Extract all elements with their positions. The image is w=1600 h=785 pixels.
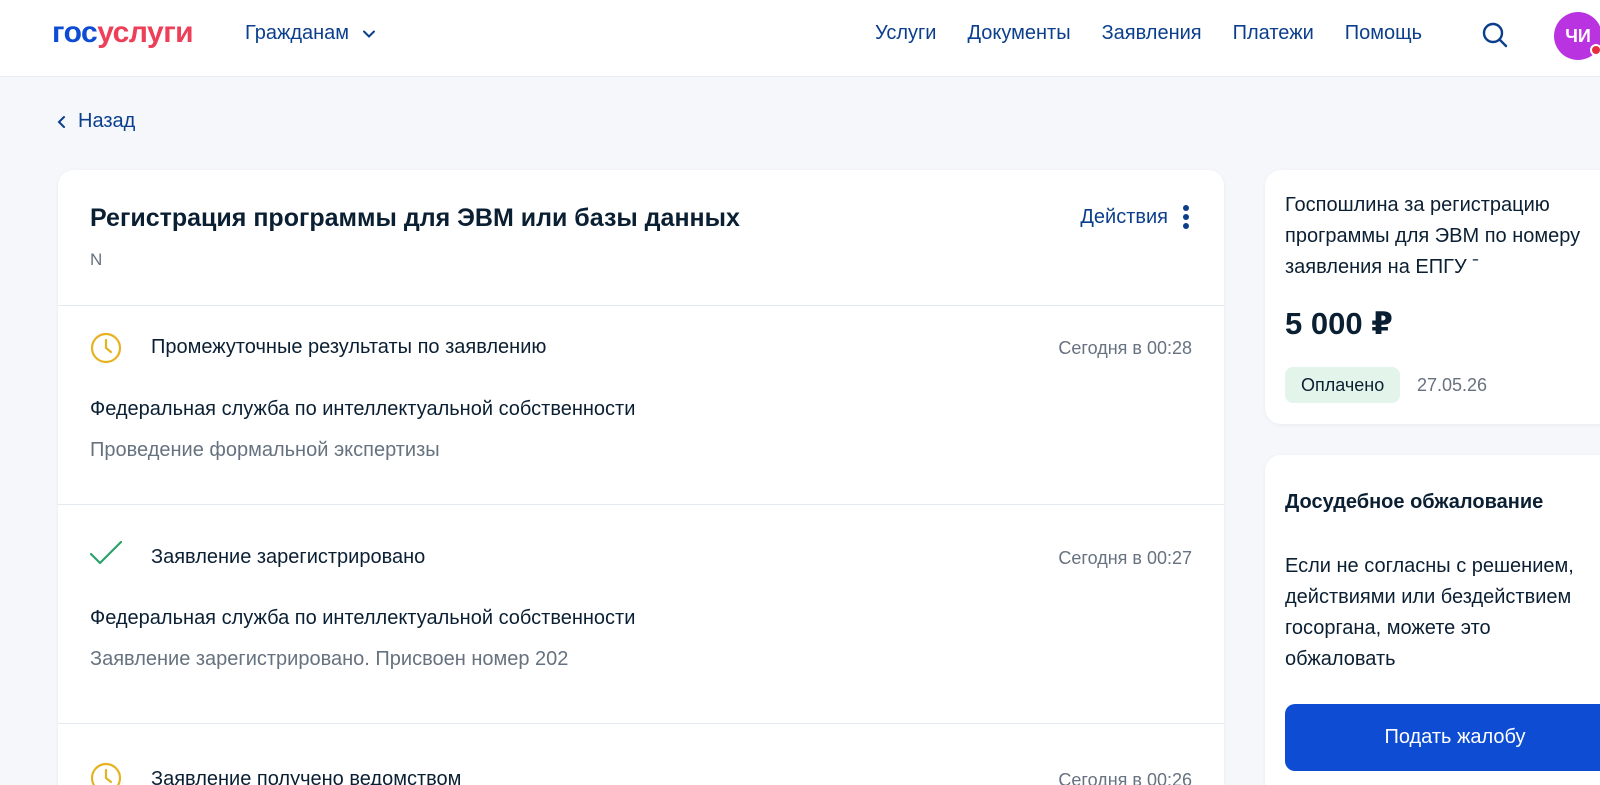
appeal-card: Досудебное обжалование Если не согласны … — [1265, 455, 1600, 785]
divider — [58, 305, 1224, 306]
main-nav: Услуги Документы Заявления Платежи Помощ… — [875, 22, 1422, 45]
event-description: Проведение формальной экспертизы — [90, 439, 440, 461]
event-organization: Федеральная служба по интеллектуальной с… — [90, 607, 636, 629]
back-link[interactable]: Назад — [56, 110, 135, 133]
actions-button[interactable]: Действия — [1080, 204, 1190, 230]
clock-icon — [90, 332, 122, 364]
submit-complaint-button[interactable]: Подать жалобу — [1285, 704, 1600, 771]
actions-label: Действия — [1080, 205, 1168, 228]
check-icon — [90, 540, 122, 565]
appeal-text: Если не согласны с решением, действиями … — [1285, 555, 1574, 670]
application-title: Регистрация программы для ЭВМ или базы д… — [90, 204, 740, 232]
appeal-title: Досудебное обжалование — [1285, 491, 1544, 513]
audience-label: Гражданам — [245, 22, 350, 44]
gosuslugi-logo[interactable]: госуслуги — [52, 16, 194, 50]
event-description: Заявление зарегистрировано. Присвоен ном… — [90, 648, 569, 670]
nav-services[interactable]: Услуги — [875, 22, 937, 45]
clock-icon — [90, 762, 122, 785]
fee-amount: 5 000 ₽ — [1285, 306, 1393, 341]
more-vertical-icon — [1183, 205, 1189, 229]
fee-title: Госпошлина за регистрацию программы для … — [1285, 194, 1581, 278]
search-icon[interactable] — [1481, 21, 1509, 49]
top-header: госуслуги Гражданам Услуги Документы Зая… — [0, 0, 1600, 77]
event-time: Сегодня в 00:27 — [1058, 548, 1192, 568]
back-label: Назад — [78, 110, 136, 132]
event-title: Заявление получено ведомством — [151, 768, 462, 785]
application-card: Регистрация программы для ЭВМ или базы д… — [58, 170, 1224, 785]
event-title: Заявление зарегистрировано — [151, 546, 426, 568]
notification-dot — [1590, 44, 1600, 56]
event-time: Сегодня в 00:26 — [1058, 770, 1192, 785]
status-badge: Оплачено — [1285, 367, 1401, 403]
fee-card: Госпошлина за регистрацию программы для … — [1265, 170, 1600, 424]
nav-help[interactable]: Помощь — [1345, 22, 1422, 45]
chevron-left-icon — [57, 115, 65, 128]
event-time: Сегодня в 00:28 — [1058, 338, 1192, 358]
application-number: N — [90, 250, 103, 269]
chevron-down-icon — [363, 30, 376, 38]
nav-payments[interactable]: Платежи — [1233, 22, 1314, 45]
divider — [58, 504, 1224, 505]
nav-applications[interactable]: Заявления — [1102, 22, 1202, 45]
event-title: Промежуточные результаты по заявлению — [151, 336, 547, 358]
audience-selector[interactable]: Гражданам — [245, 22, 377, 45]
payment-date: 27.05.26 — [1417, 375, 1488, 395]
nav-documents[interactable]: Документы — [967, 22, 1070, 45]
event-organization: Федеральная служба по интеллектуальной с… — [90, 398, 636, 420]
divider — [58, 723, 1224, 724]
